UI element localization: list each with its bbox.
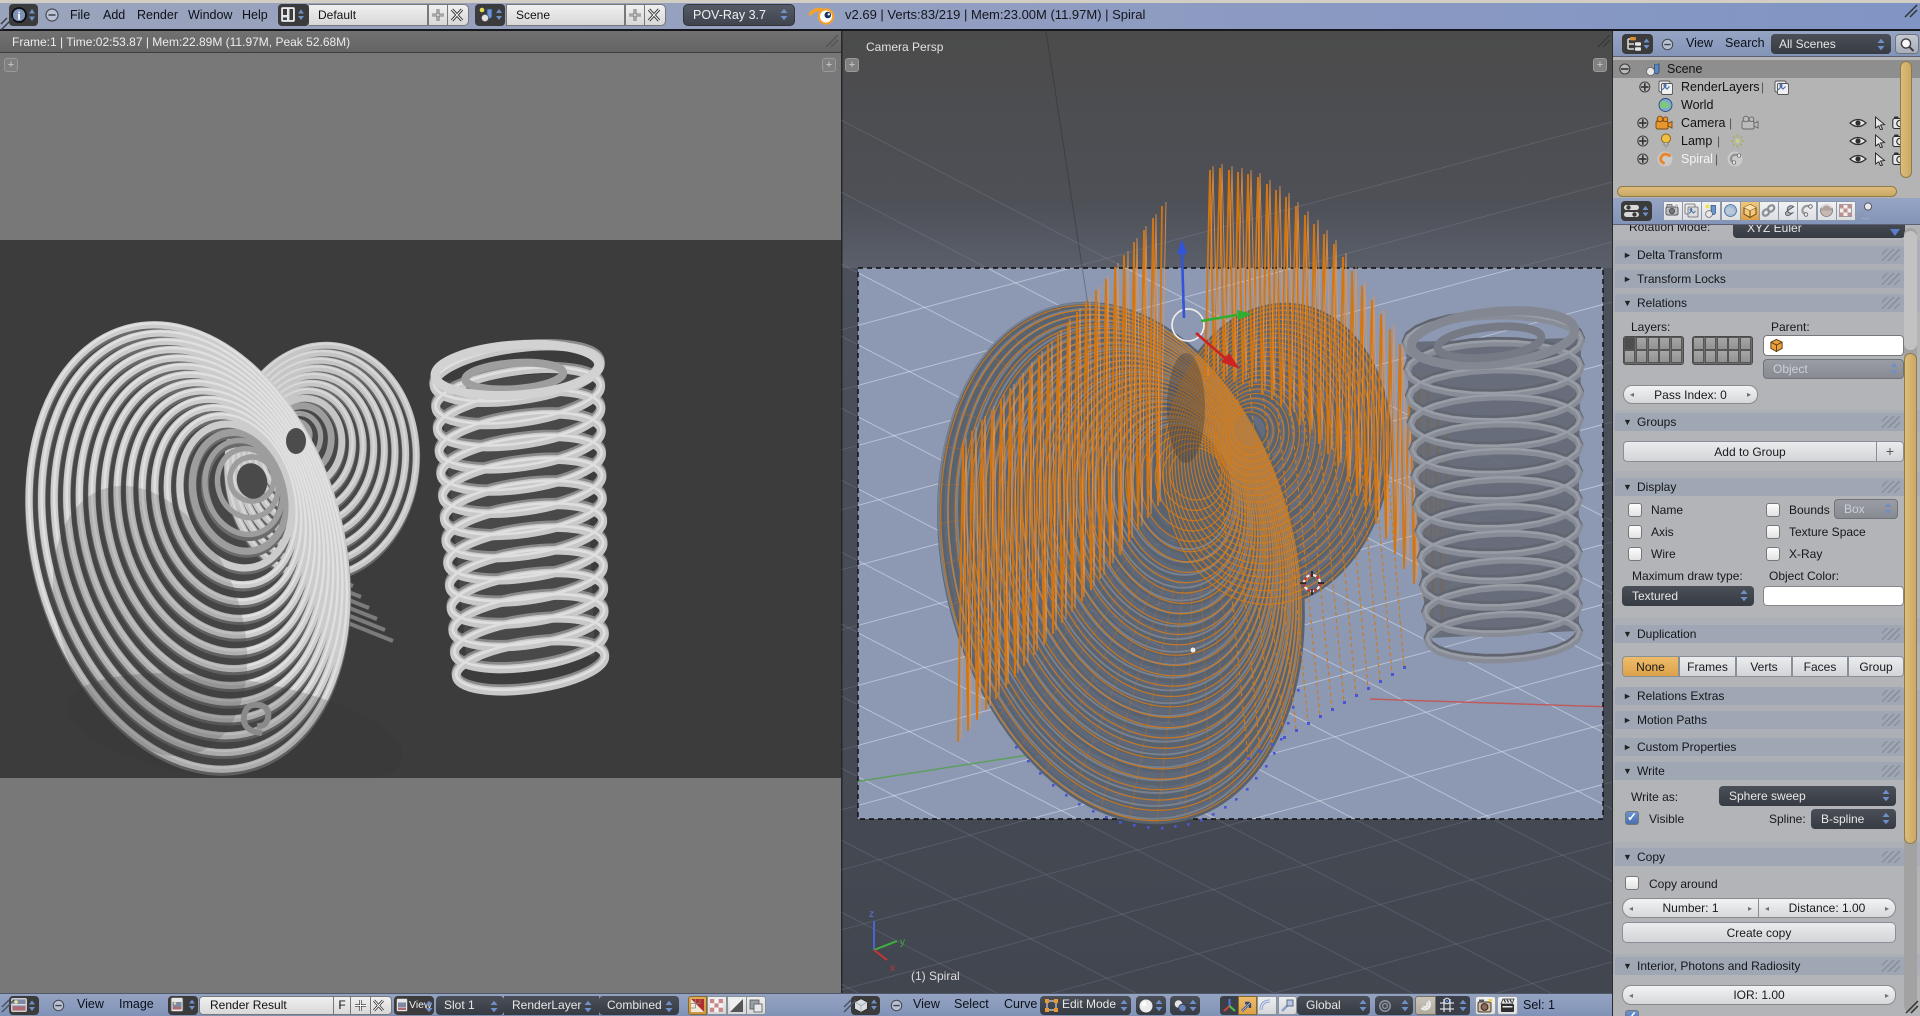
svg-text:Camera Persp: Camera Persp (866, 40, 944, 54)
svg-text:(1) Spiral: (1) Spiral (911, 969, 960, 983)
svg-text:z: z (869, 909, 874, 920)
svg-text:x: x (890, 963, 895, 974)
svg-text:y: y (900, 937, 905, 948)
